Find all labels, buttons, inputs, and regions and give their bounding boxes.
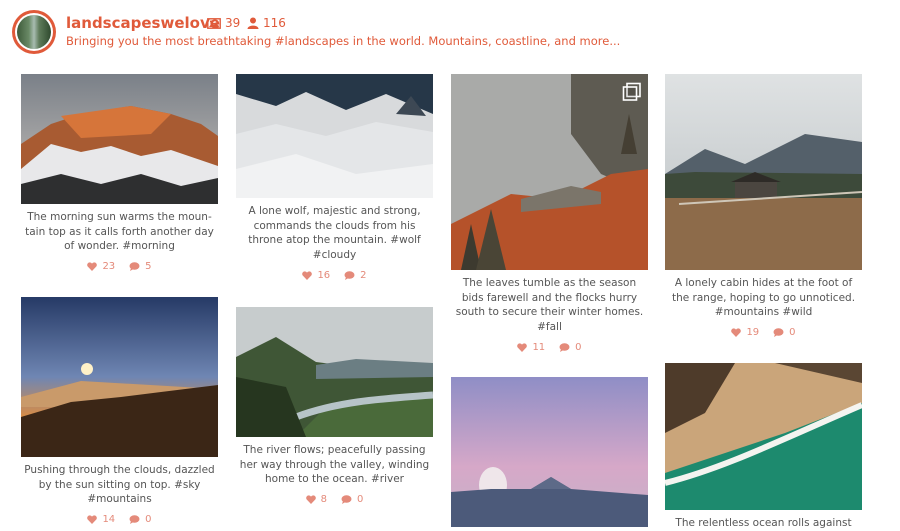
comment-icon[interactable]: [559, 343, 570, 352]
comment-icon[interactable]: [773, 328, 784, 337]
comments-count: 2: [360, 270, 367, 281]
post-image[interactable]: [451, 377, 648, 527]
comments-count: 5: [145, 261, 152, 272]
media-count-value: 39: [225, 16, 241, 30]
likes-count: 23: [102, 261, 116, 272]
comments-count: 0: [789, 327, 796, 338]
heart-icon[interactable]: [87, 262, 98, 271]
likes-count: 14: [102, 514, 116, 525]
post-image[interactable]: [451, 74, 648, 270]
post-caption: The morning sun warms the moun-tain top …: [25, 211, 214, 252]
post-meta: 8 0: [236, 494, 433, 505]
post-image[interactable]: [236, 307, 433, 437]
post-meta: 14 0: [21, 514, 218, 525]
post-caption: The leaves tumble as the season bids far…: [455, 277, 644, 333]
post-meta: 11 0: [451, 342, 648, 353]
likes-count: 16: [317, 270, 331, 281]
likes-count: 11: [532, 342, 546, 353]
avatar[interactable]: [12, 10, 56, 54]
heart-icon[interactable]: [305, 495, 316, 504]
post-image[interactable]: [236, 74, 433, 198]
post-caption: A lone wolf, majestic and strong, comman…: [248, 205, 421, 261]
post-caption: The relentless ocean rolls against: [675, 517, 852, 529]
post-image[interactable]: [21, 297, 218, 457]
image-icon: [207, 17, 221, 29]
heart-icon[interactable]: [87, 515, 98, 524]
comment-icon[interactable]: [344, 271, 355, 280]
post-image[interactable]: [21, 74, 218, 204]
post-meta: 19 0: [665, 327, 862, 338]
likes-count: 19: [746, 327, 760, 338]
comment-icon[interactable]: [341, 495, 352, 504]
username[interactable]: landscapeswelove: [66, 14, 220, 32]
profile-header: landscapeswelove 39 116 Bringing you the…: [0, 0, 900, 62]
person-icon: [247, 17, 259, 29]
comment-icon[interactable]: [129, 515, 140, 524]
likes-count: 8: [320, 494, 327, 505]
comment-icon[interactable]: [129, 262, 140, 271]
profile-bio: Bringing you the most breathtaking #land…: [66, 34, 621, 48]
post-image[interactable]: [665, 363, 862, 510]
post-meta: 16 2: [236, 270, 433, 281]
post-caption: A lonely cabin hides at the foot of the …: [671, 277, 856, 318]
comments-count: 0: [357, 494, 364, 505]
followers-count: 116: [247, 16, 286, 30]
post-meta: 23 5: [21, 261, 218, 272]
heart-icon[interactable]: [517, 343, 528, 352]
heart-icon[interactable]: [302, 271, 313, 280]
post-image[interactable]: [665, 74, 862, 270]
post-caption: Pushing through the clouds, dazzled by t…: [24, 464, 215, 505]
followers-count-value: 116: [263, 16, 286, 30]
comments-count: 0: [575, 342, 582, 353]
heart-icon[interactable]: [731, 328, 742, 337]
media-count: 39: [207, 16, 240, 30]
comments-count: 0: [145, 514, 152, 525]
post-caption: The river flows; peacefully passing her …: [239, 444, 430, 485]
multiple-images-icon: [622, 82, 641, 101]
